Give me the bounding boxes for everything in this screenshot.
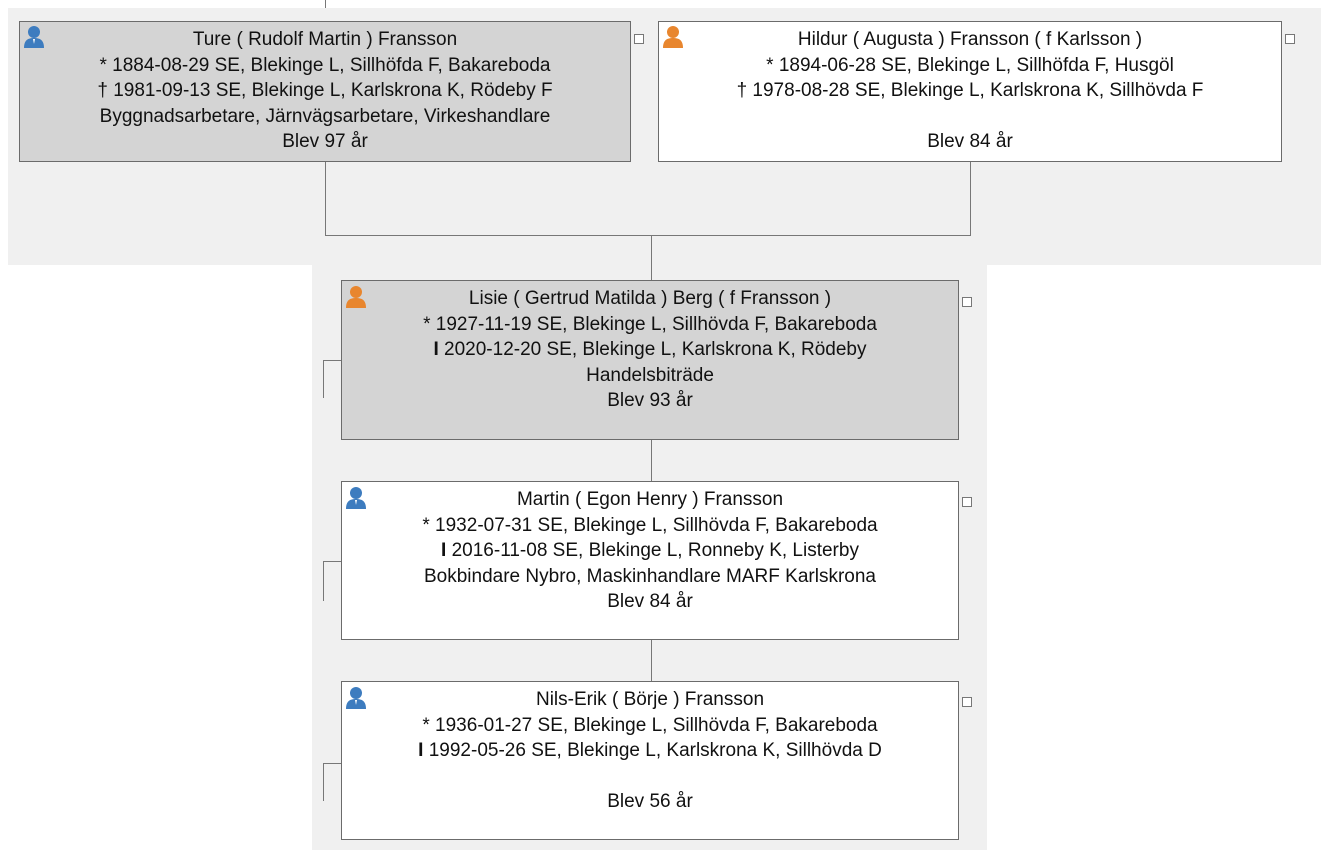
connector-line xyxy=(970,162,971,235)
age-info: Blev 97 år xyxy=(282,131,368,152)
connector-line xyxy=(651,235,652,280)
expand-checkbox[interactable] xyxy=(634,34,644,44)
expand-checkbox[interactable] xyxy=(962,497,972,507)
child-card[interactable]: Nils-Erik ( Börje ) Fransson * 1936-01-2… xyxy=(341,681,959,840)
burial-text: 1992-05-26 SE, Blekinge L, Karlskrona K,… xyxy=(428,740,882,761)
birth-info: * 1884-08-29 SE, Blekinge L, Sillhöfda F… xyxy=(99,54,551,76)
age-info: Blev 93 år xyxy=(607,390,693,411)
child-card[interactable]: Martin ( Egon Henry ) Fransson * 1932-07… xyxy=(341,481,959,640)
bracket-line xyxy=(323,360,341,361)
connector-line xyxy=(325,0,326,8)
male-person-icon xyxy=(346,687,366,709)
mother-card[interactable]: Hildur ( Augusta ) Fransson ( f Karlsson… xyxy=(658,21,1282,162)
burial-symbol: I xyxy=(441,540,447,561)
father-card[interactable]: Ture ( Rudolf Martin ) Fransson * 1884-0… xyxy=(19,21,631,162)
person-name: Hildur ( Augusta ) Fransson ( f Karlsson… xyxy=(797,29,1143,50)
birth-info: * 1932-07-31 SE, Blekinge L, Sillhövda F… xyxy=(422,514,878,536)
bracket-line xyxy=(323,561,341,562)
male-person-icon xyxy=(24,26,44,48)
bracket-line xyxy=(323,561,324,601)
male-person-icon xyxy=(346,487,366,509)
burial-text: 2016-11-08 SE, Blekinge L, Ronneby K, Li… xyxy=(451,540,859,561)
death-info: † 1981-09-13 SE, Blekinge L, Karlskrona … xyxy=(97,80,553,101)
expand-checkbox[interactable] xyxy=(962,697,972,707)
occupation xyxy=(659,104,1281,130)
bracket-line xyxy=(323,763,324,801)
burial-info: I 1992-05-26 SE, Blekinge L, Karlskrona … xyxy=(342,738,958,764)
burial-symbol: I xyxy=(418,740,424,761)
age-info: Blev 56 år xyxy=(607,791,693,812)
person-name: Ture ( Rudolf Martin ) Fransson xyxy=(192,29,458,50)
death-info: † 1978-08-28 SE, Blekinge L, Karlskrona … xyxy=(736,80,1204,101)
age-info: Blev 84 år xyxy=(927,131,1013,152)
connector-line xyxy=(651,440,652,481)
burial-symbol: I xyxy=(433,339,439,360)
birth-info: * 1936-01-27 SE, Blekinge L, Sillhövda F… xyxy=(422,714,878,736)
occupation xyxy=(342,764,958,790)
burial-info: I 2016-11-08 SE, Blekinge L, Ronneby K, … xyxy=(342,538,958,564)
person-name: Nils-Erik ( Börje ) Fransson xyxy=(535,689,765,710)
connector-line xyxy=(325,162,326,235)
connector-line xyxy=(325,235,971,236)
child-card[interactable]: Lisie ( Gertrud Matilda ) Berg ( f Frans… xyxy=(341,280,959,440)
birth-info: * 1894-06-28 SE, Blekinge L, Sillhöfda F… xyxy=(766,54,1174,76)
expand-checkbox[interactable] xyxy=(962,297,972,307)
female-person-icon xyxy=(346,286,366,308)
person-name: Lisie ( Gertrud Matilda ) Berg ( f Frans… xyxy=(468,288,832,309)
bracket-line xyxy=(323,360,324,398)
occupation: Handelsbiträde xyxy=(586,364,714,386)
birth-info: * 1927-11-19 SE, Blekinge L, Sillhövda F… xyxy=(423,313,877,335)
occupation: Bokbindare Nybro, Maskinhandlare MARF Ka… xyxy=(424,565,876,587)
occupation: Byggnadsarbetare, Järnvägsarbetare, Virk… xyxy=(99,105,551,127)
expand-checkbox[interactable] xyxy=(1285,34,1295,44)
age-info: Blev 84 år xyxy=(607,591,693,612)
connector-line xyxy=(651,640,652,681)
bracket-line xyxy=(323,763,341,764)
female-person-icon xyxy=(663,26,683,48)
burial-info: I 2020-12-20 SE, Blekinge L, Karlskrona … xyxy=(342,337,958,363)
burial-text: 2020-12-20 SE, Blekinge L, Karlskrona K,… xyxy=(444,339,867,360)
person-name: Martin ( Egon Henry ) Fransson xyxy=(516,489,784,510)
